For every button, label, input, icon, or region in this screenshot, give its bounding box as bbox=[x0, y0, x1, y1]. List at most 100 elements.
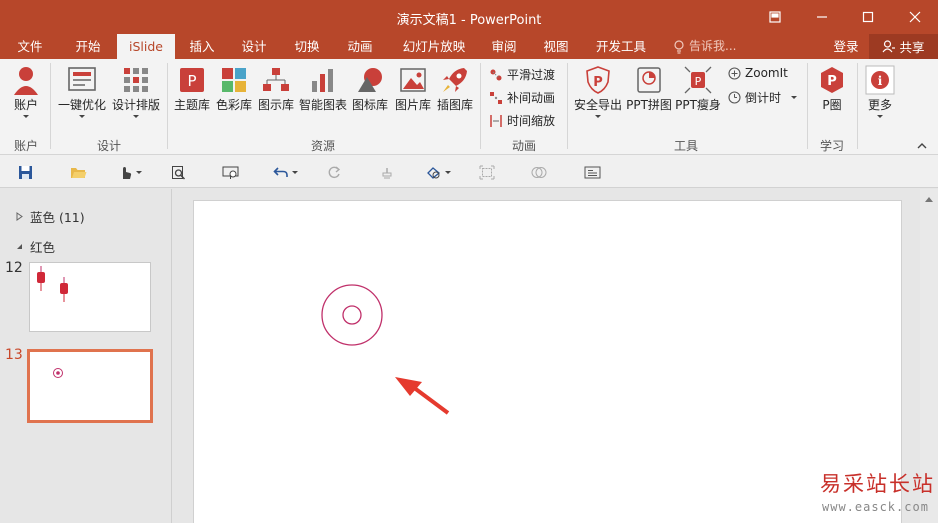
shapes-button[interactable] bbox=[425, 163, 451, 181]
save-button[interactable] bbox=[18, 163, 33, 181]
print-preview-button[interactable] bbox=[171, 163, 186, 181]
maximize-button[interactable] bbox=[845, 0, 891, 34]
section-blue[interactable]: 蓝色 (11) bbox=[16, 207, 85, 226]
smooth-transition-label: 平滑过渡 bbox=[507, 68, 556, 82]
tab-file[interactable]: 文件 bbox=[8, 34, 52, 59]
image-library-button[interactable]: 图片库 bbox=[393, 65, 433, 112]
safe-export-label: 安全导出 bbox=[573, 98, 622, 112]
collapse-ribbon-icon[interactable] bbox=[916, 141, 928, 151]
account-button[interactable]: 账户 bbox=[8, 65, 44, 118]
p-circle-icon: P bbox=[821, 67, 843, 93]
tab-insert[interactable]: 插入 bbox=[180, 34, 224, 59]
textbox-icon bbox=[584, 166, 601, 178]
more-button[interactable]: i 更多 bbox=[862, 65, 898, 118]
redo-button[interactable] bbox=[327, 163, 342, 181]
group-divider bbox=[857, 63, 858, 149]
group-label-tools: 工具 bbox=[673, 139, 698, 153]
tween-animation-button[interactable]: 补间动画 bbox=[489, 89, 555, 106]
merge-shapes-button[interactable] bbox=[531, 163, 547, 181]
chevron-down-icon bbox=[595, 115, 601, 118]
close-icon bbox=[909, 11, 921, 23]
tab-slideshow[interactable]: 幻灯片放映 bbox=[395, 34, 473, 59]
tab-view[interactable]: 视图 bbox=[534, 34, 578, 59]
format-painter-button[interactable] bbox=[380, 163, 394, 181]
scroll-up-icon[interactable] bbox=[925, 197, 933, 202]
tab-home[interactable]: 开始 bbox=[66, 34, 110, 59]
slide-thumbnail-12[interactable] bbox=[29, 262, 151, 332]
diagram-library-button[interactable]: 图示库 bbox=[256, 65, 296, 112]
slide-number-selected: 13 bbox=[5, 347, 23, 363]
shield-p-icon: P bbox=[586, 66, 610, 94]
caret-down-icon bbox=[17, 244, 22, 249]
inner-ring-shape[interactable] bbox=[342, 305, 362, 325]
chevron-down-icon bbox=[445, 170, 451, 174]
ribbon: 账户 账户 一键优化 设计排版 设计 P 主题库 色彩库 图示库 智能图表 图标… bbox=[0, 59, 938, 155]
tab-animations[interactable]: 动画 bbox=[338, 34, 382, 59]
chevron-down-icon bbox=[791, 96, 798, 99]
optimize-icon bbox=[68, 67, 96, 91]
tab-transitions[interactable]: 切换 bbox=[285, 34, 329, 59]
theme-library-button[interactable]: P 主题库 bbox=[172, 65, 212, 112]
restore-icon bbox=[769, 11, 781, 23]
tween-animation-icon bbox=[490, 91, 502, 104]
section-red[interactable]: 红色 bbox=[16, 237, 55, 256]
tween-animation-label: 补间动画 bbox=[507, 91, 556, 105]
maximize-icon bbox=[862, 11, 874, 23]
align-button[interactable] bbox=[479, 163, 495, 181]
group-divider bbox=[807, 63, 808, 149]
icon-library-button[interactable]: 图标库 bbox=[350, 65, 390, 112]
grid-layout-icon bbox=[124, 68, 148, 92]
tab-developer[interactable]: 开发工具 bbox=[590, 34, 652, 59]
svg-text:P: P bbox=[827, 74, 837, 89]
chevron-down-icon bbox=[292, 170, 298, 174]
tab-design[interactable]: 设计 bbox=[232, 34, 276, 59]
smooth-transition-icon bbox=[490, 69, 502, 80]
minimize-button[interactable] bbox=[799, 0, 845, 34]
design-layout-button[interactable]: 设计排版 bbox=[110, 65, 162, 118]
ppt-slim-button[interactable]: P PPT瘦身 bbox=[674, 65, 722, 112]
account-icon bbox=[14, 67, 38, 95]
countdown-button[interactable]: 倒计时 bbox=[728, 89, 798, 106]
format-painter-icon bbox=[382, 167, 392, 179]
info-icon: i bbox=[865, 65, 895, 95]
more-label: 更多 bbox=[867, 98, 892, 112]
smart-chart-button[interactable]: 智能图表 bbox=[298, 65, 348, 112]
tab-islide[interactable]: iSlide bbox=[117, 34, 175, 59]
present-button[interactable] bbox=[222, 163, 239, 181]
open-button[interactable] bbox=[70, 163, 87, 181]
slide-thumbnail-13[interactable] bbox=[27, 349, 153, 423]
group-label-resources: 资源 bbox=[310, 139, 335, 153]
time-scale-label: 时间缩放 bbox=[507, 114, 556, 128]
color-library-button[interactable]: 色彩库 bbox=[214, 65, 254, 112]
touch-mode-button[interactable] bbox=[118, 163, 142, 181]
textbox-button[interactable] bbox=[584, 163, 601, 181]
tell-me-box[interactable]: 告诉我... bbox=[673, 34, 736, 59]
lantern-graphic bbox=[37, 266, 68, 302]
smooth-transition-button[interactable]: 平滑过渡 bbox=[489, 66, 555, 83]
outer-ring-shape[interactable] bbox=[321, 284, 383, 346]
svg-text:P: P bbox=[187, 72, 196, 90]
group-label-animation: 动画 bbox=[511, 139, 536, 153]
safe-export-button[interactable]: P 安全导出 bbox=[572, 65, 624, 118]
group-label-account: 账户 bbox=[13, 139, 38, 153]
image-library-label: 图片库 bbox=[394, 98, 431, 112]
slide-canvas[interactable] bbox=[193, 200, 902, 523]
illustration-library-button[interactable]: 插图库 bbox=[435, 65, 475, 112]
countdown-label: 倒计时 bbox=[745, 91, 782, 105]
chevron-down-icon bbox=[877, 115, 883, 118]
login-link[interactable]: 登录 bbox=[828, 34, 864, 59]
color-library-label: 色彩库 bbox=[215, 98, 252, 112]
chevron-down-icon bbox=[23, 115, 29, 118]
close-button[interactable] bbox=[892, 0, 938, 34]
watermark-url-text: www.easck.com bbox=[822, 500, 929, 514]
zoomit-button[interactable]: ZoomIt bbox=[728, 66, 788, 80]
ppt-collage-button[interactable]: PPT拼图 bbox=[626, 65, 672, 112]
share-button[interactable]: 共享 bbox=[869, 34, 938, 59]
tab-review[interactable]: 审阅 bbox=[482, 34, 526, 59]
one-click-optimize-button[interactable]: 一键优化 bbox=[56, 65, 108, 118]
undo-button[interactable] bbox=[273, 163, 298, 181]
p-circle-button[interactable]: P P圈 bbox=[812, 65, 852, 112]
restore-ribbon-button[interactable] bbox=[752, 0, 798, 34]
time-scale-button[interactable]: 时间缩放 bbox=[489, 112, 555, 129]
powerpoint-window: 演示文稿1 - PowerPoint 文件 开始 iSlide 插入 设计 切换… bbox=[0, 0, 938, 523]
